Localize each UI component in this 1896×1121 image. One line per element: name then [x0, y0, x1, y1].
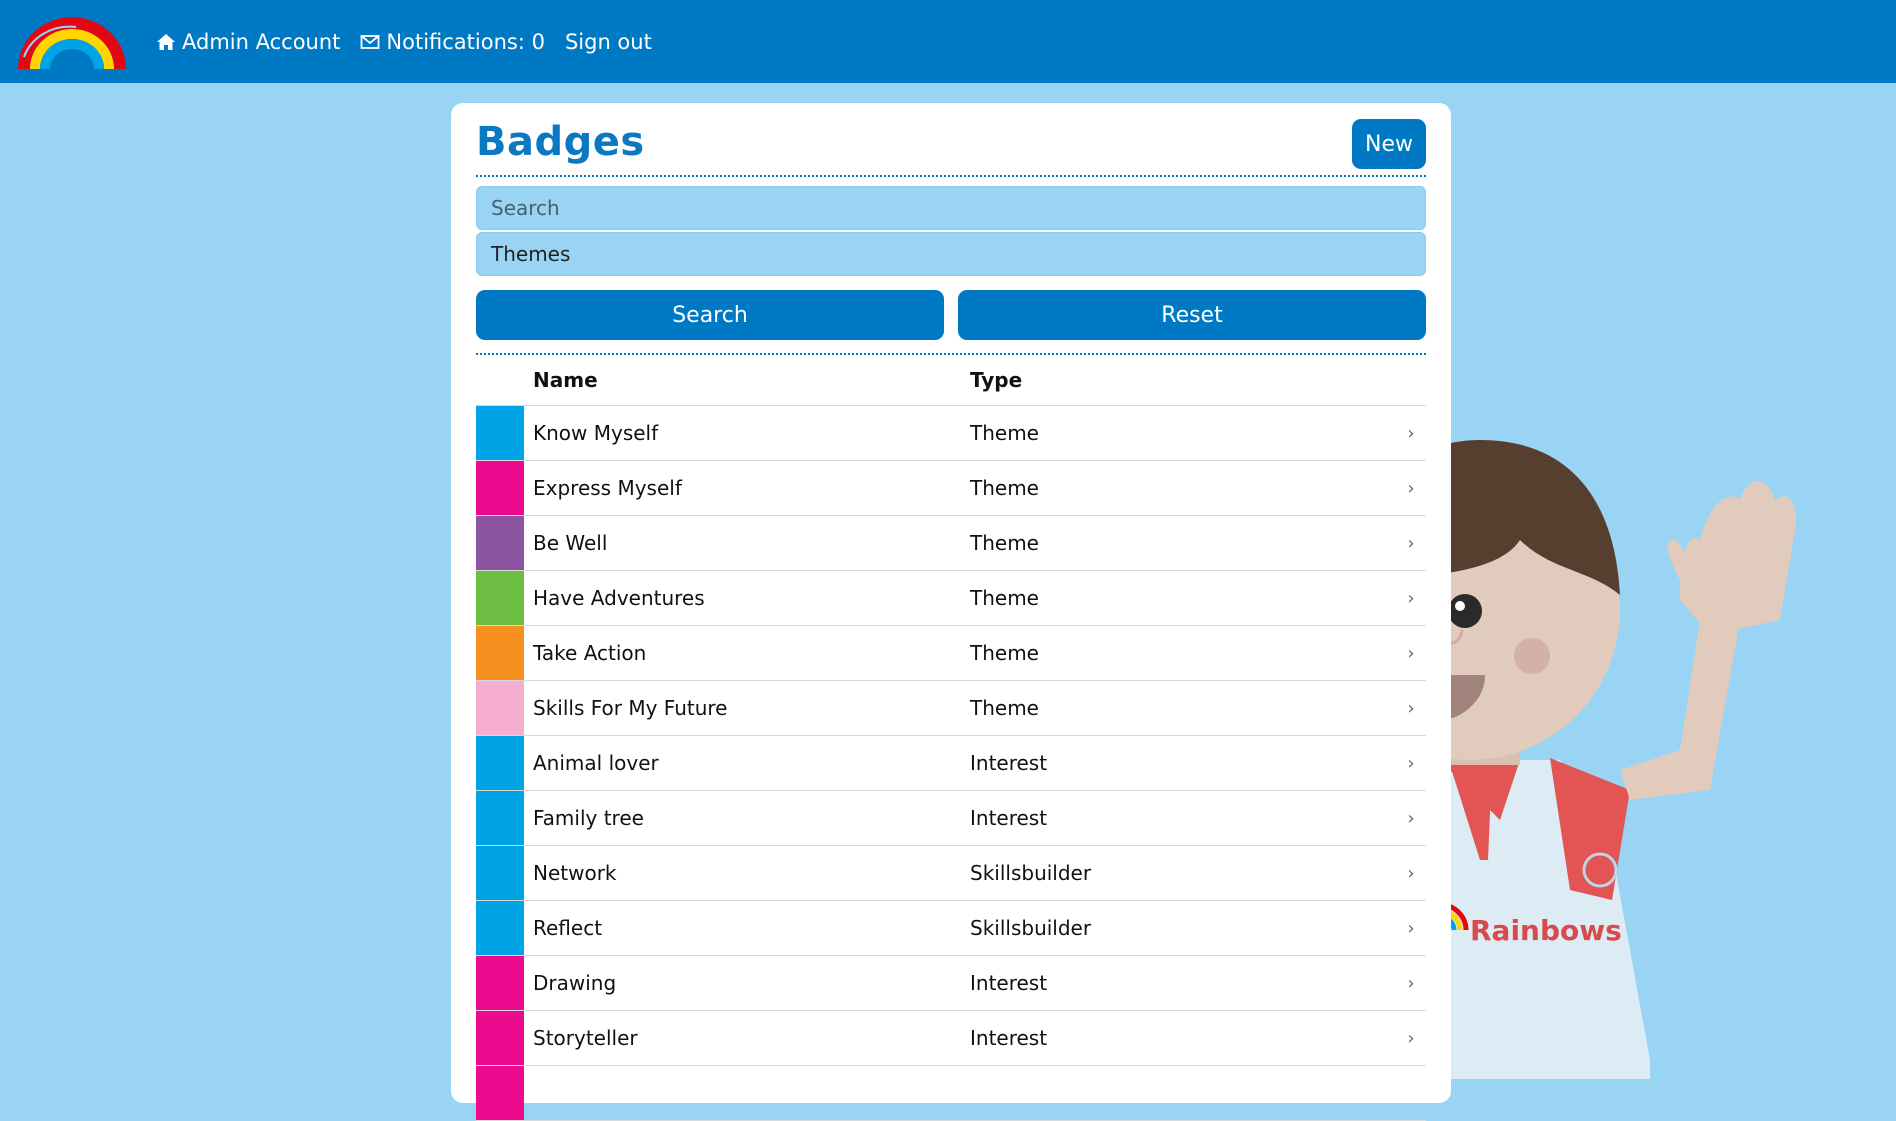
badge-type: Interest: [970, 751, 1048, 775]
chevron-right-icon: ›: [1407, 587, 1415, 609]
top-navigation-bar: Admin Account Notifications: 0 Sign out: [0, 0, 1896, 83]
badge-name: Be Well: [533, 531, 608, 555]
badge-type: Interest: [970, 806, 1048, 830]
badge-color-swatch: [476, 1011, 524, 1065]
page-title: Badges: [476, 119, 645, 165]
table-row[interactable]: Network Skillsbuilder ›: [476, 846, 1426, 901]
badge-type: Theme: [970, 696, 1039, 720]
badge-type: Skillsbuilder: [970, 861, 1092, 885]
table-row[interactable]: Be Well Theme ›: [476, 516, 1426, 571]
table-row[interactable]: Family tree Interest ›: [476, 791, 1426, 846]
badge-type: Theme: [970, 531, 1039, 555]
chevron-right-icon: ›: [1407, 1027, 1415, 1049]
table-row[interactable]: Drawing Interest ›: [476, 956, 1426, 1011]
column-header-name: Name: [533, 368, 598, 392]
card-header: Badges New: [476, 115, 1426, 177]
badge-name: Storyteller: [533, 1026, 638, 1050]
search-input[interactable]: [476, 186, 1426, 230]
badge-type: Theme: [970, 421, 1039, 445]
chevron-right-icon: ›: [1407, 917, 1415, 939]
badge-name: Drawing: [533, 971, 617, 995]
badge-name: Reflect: [533, 916, 603, 940]
badge-color-swatch: [476, 791, 524, 845]
notifications-link[interactable]: Notifications: 0: [360, 30, 545, 54]
chevron-right-icon: ›: [1407, 752, 1415, 774]
badge-color-swatch: [476, 516, 524, 570]
badges-table: Name Type Know Myself Theme › Express Mysel…: [476, 355, 1426, 1121]
nav-links: Admin Account Notifications: 0 Sign out: [156, 0, 652, 83]
badge-color-swatch: [476, 571, 524, 625]
badge-name: Take Action: [533, 641, 647, 665]
themes-select[interactable]: Themes: [476, 232, 1426, 276]
badge-color-swatch: [476, 681, 524, 735]
badge-color-swatch: [476, 406, 524, 460]
svg-text:Rainbows: Rainbows: [1470, 914, 1622, 947]
chevron-right-icon: ›: [1407, 422, 1415, 444]
table-row[interactable]: Have Adventures Theme ›: [476, 571, 1426, 626]
home-icon: [157, 33, 175, 50]
sign-out-link[interactable]: Sign out: [565, 30, 652, 54]
admin-account-label: Admin Account: [182, 29, 341, 54]
table-row[interactable]: Take Action Theme ›: [476, 626, 1426, 681]
table-row[interactable]: Know Myself Theme ›: [476, 406, 1426, 461]
table-row[interactable]: Skills For My Future Theme ›: [476, 681, 1426, 736]
badge-type: Interest: [970, 1026, 1048, 1050]
badge-color-swatch: [476, 736, 524, 790]
badges-card: Badges New Themes Search Reset Name Type…: [451, 103, 1451, 1121]
badge-name: Express Myself: [533, 476, 682, 500]
badge-type: Theme: [970, 476, 1039, 500]
envelope-icon: [361, 34, 380, 49]
table-row[interactable]: Storyteller Interest ›: [476, 1011, 1426, 1066]
table-row[interactable]: Reflect Skillsbuilder ›: [476, 901, 1426, 956]
badge-type: Theme: [970, 641, 1039, 665]
table-row[interactable]: Animal lover Interest ›: [476, 736, 1426, 791]
badge-name: Animal lover: [533, 751, 659, 775]
new-badge-button[interactable]: New: [1352, 119, 1426, 169]
badge-color-swatch: [476, 1066, 524, 1120]
badge-color-swatch: [476, 846, 524, 900]
badge-name: Know Myself: [533, 421, 659, 445]
chevron-right-icon: ›: [1407, 697, 1415, 719]
badge-color-swatch: [476, 461, 524, 515]
rainbow-logo-icon[interactable]: [14, 13, 130, 69]
badge-type: Interest: [970, 971, 1048, 995]
table-header: Name Type: [476, 355, 1426, 406]
chevron-right-icon: ›: [1407, 532, 1415, 554]
table-body: Know Myself Theme › Express Myself Theme › Be …: [476, 406, 1426, 1121]
admin-account-link[interactable]: Admin Account: [156, 30, 340, 54]
chevron-right-icon: ›: [1407, 862, 1415, 884]
chevron-right-icon: ›: [1407, 807, 1415, 829]
chevron-right-icon: ›: [1407, 642, 1415, 664]
badge-color-swatch: [476, 901, 524, 955]
table-row[interactable]: Express Myself Theme ›: [476, 461, 1426, 516]
badge-color-swatch: [476, 626, 524, 680]
sign-out-label: Sign out: [564, 29, 652, 54]
column-header-type: Type: [970, 368, 1023, 392]
badge-name: Skills For My Future: [533, 696, 728, 720]
reset-button[interactable]: Reset: [958, 290, 1426, 340]
badge-name: Network: [533, 861, 617, 885]
rainbows-mascot-illustration: Rainbows: [1380, 440, 1796, 1079]
badge-type: Theme: [970, 586, 1039, 610]
table-row[interactable]: [476, 1066, 1426, 1121]
chevron-right-icon: ›: [1407, 972, 1415, 994]
badge-type: Skillsbuilder: [970, 916, 1092, 940]
badge-name: Family tree: [533, 806, 644, 830]
badge-color-swatch: [476, 956, 524, 1010]
notifications-label: Notifications: 0: [386, 29, 545, 54]
search-button[interactable]: Search: [476, 290, 944, 340]
badge-name: Have Adventures: [533, 586, 705, 610]
chevron-right-icon: ›: [1407, 477, 1415, 499]
themes-select-value: Themes: [491, 242, 571, 266]
